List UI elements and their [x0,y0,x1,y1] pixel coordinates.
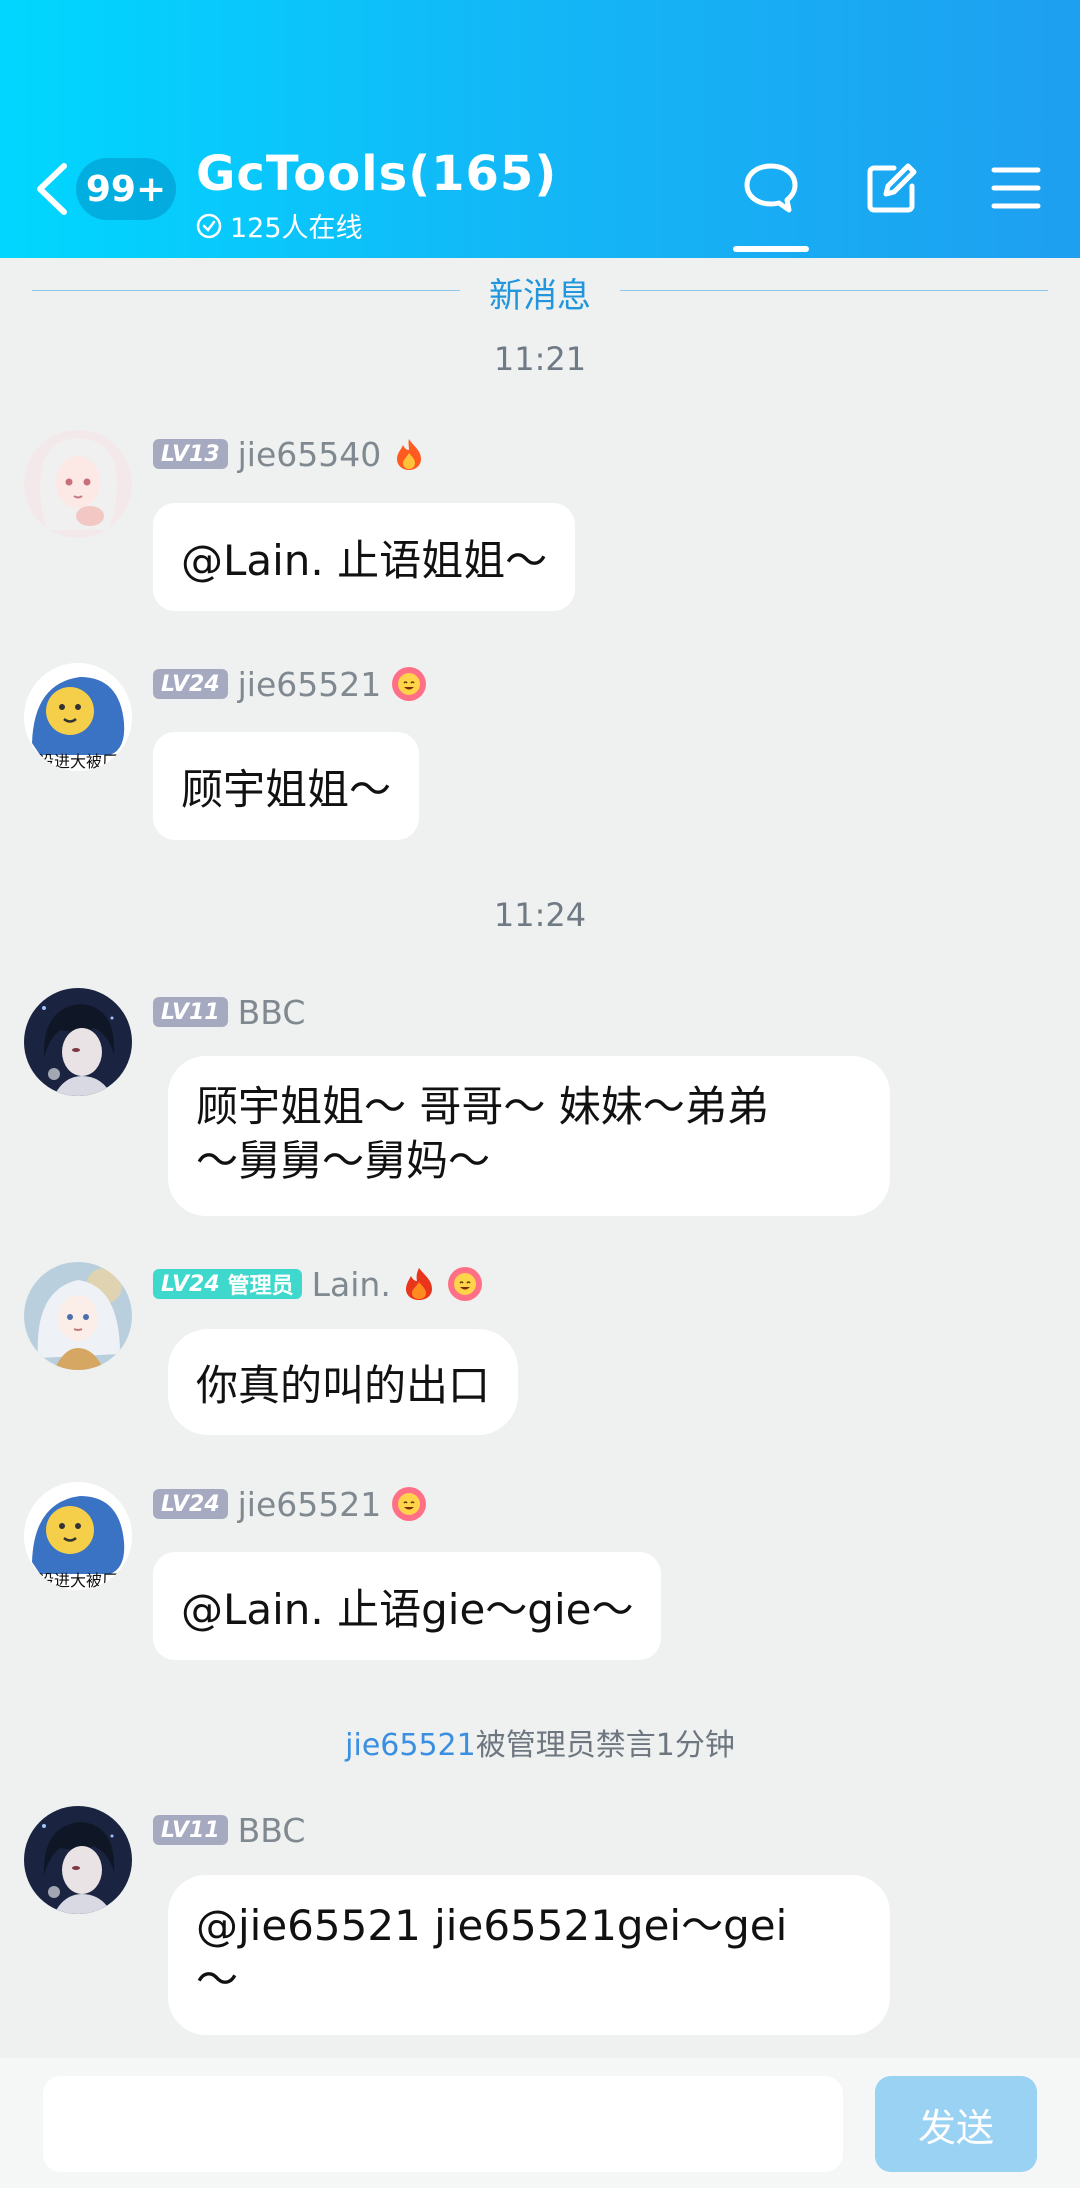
svg-text:设进大被厂: 设进大被厂 [38,752,118,771]
message-bubble[interactable]: 顾宇姐姐～ 哥哥～ 妹妹～弟弟 ～舅舅～舅妈～ [168,1056,890,1216]
message-meta: LV24 管理员 Lain. [153,1264,483,1304]
edit-icon[interactable] [864,160,920,216]
message-line: 顾宇姐姐～ 哥哥～ 妹妹～弟弟 [196,1082,769,1131]
level-badge: LV24 [153,669,228,699]
flower-face-icon [392,667,427,701]
username[interactable]: jie65521 [238,1485,382,1524]
flower-face-icon [392,1487,427,1521]
online-count-label: 125人在线 [230,213,363,244]
avatar[interactable] [24,1262,132,1370]
avatar[interactable] [24,1806,132,1914]
group-title[interactable]: GcTools(165) [196,146,557,202]
timestamp: 11:24 [493,896,587,934]
username[interactable]: BBC [238,993,306,1032]
level-label: LV24 [161,1271,220,1297]
message-bubble[interactable]: @jie65521 jie65521gei～gei ～ [168,1875,890,2035]
message-meta: LV24 jie65521 [153,1484,427,1524]
avatar[interactable]: 设进大被厂 [24,663,132,771]
level-badge: LV11 [153,997,228,1027]
message-meta: LV11 BBC [153,992,305,1032]
message-line: @jie65521 jie65521gei～gei [196,1901,788,1950]
chat-bubble-icon[interactable] [743,160,799,216]
message-meta: LV24 jie65521 [153,664,427,704]
svg-text:设进大被厂: 设进大被厂 [38,1571,118,1590]
admin-level-badge: LV24 管理员 [153,1269,302,1299]
muted-user-link[interactable]: jie65521 [345,1728,476,1763]
new-messages-divider: 新消息 [32,268,1048,316]
system-notice: jie65521被管理员禁言1分钟 [0,1720,1080,1764]
level-badge: LV24 [153,1489,228,1519]
level-badge: LV13 [153,439,228,469]
message-line: ～舅舅～舅妈～ [196,1136,491,1185]
message-line: ～ [196,1955,239,2004]
flower-face-icon [447,1267,482,1301]
message-bubble[interactable]: 顾宇姐姐～ [153,732,420,840]
unread-count-badge[interactable]: 99+ [76,158,176,220]
check-circle-icon [196,213,222,238]
username[interactable]: BBC [238,1811,306,1850]
message-meta: LV13 jie65540 [153,434,427,474]
username[interactable]: Lain. [312,1265,391,1304]
level-badge: LV11 [153,1815,228,1845]
message-meta: LV11 BBC [153,1810,305,1850]
message-input[interactable] [43,2076,843,2172]
avatar[interactable]: 设进大被厂 [24,1482,132,1590]
avatar[interactable] [24,430,132,538]
back-arrow-icon[interactable] [30,158,76,220]
system-notice-text: 被管理员禁言1分钟 [475,1728,735,1763]
role-label: 管理员 [227,1274,294,1299]
message-bubble[interactable]: @Lain. 止语gie～gie～ [153,1552,662,1660]
message-bubble[interactable]: @Lain. 止语姐姐～ [153,503,576,611]
message-bubble[interactable]: 你真的叫的出口 [168,1329,519,1435]
flame-icon [405,1268,432,1300]
online-count: 125人在线 [196,206,363,245]
new-messages-label: 新消息 [489,276,591,316]
chat-header: 99+ GcTools(165) 125人在线 [0,0,1080,258]
send-button[interactable]: 发送 [875,2076,1037,2172]
fire-icon [397,439,422,470]
avatar[interactable] [24,988,132,1096]
username[interactable]: jie65540 [238,435,382,474]
menu-icon[interactable] [988,160,1044,216]
timestamp: 11:21 [493,340,587,378]
composer-bar: 发送 [0,2058,1080,2188]
active-tab-indicator [733,246,809,252]
username[interactable]: jie65521 [238,665,382,704]
